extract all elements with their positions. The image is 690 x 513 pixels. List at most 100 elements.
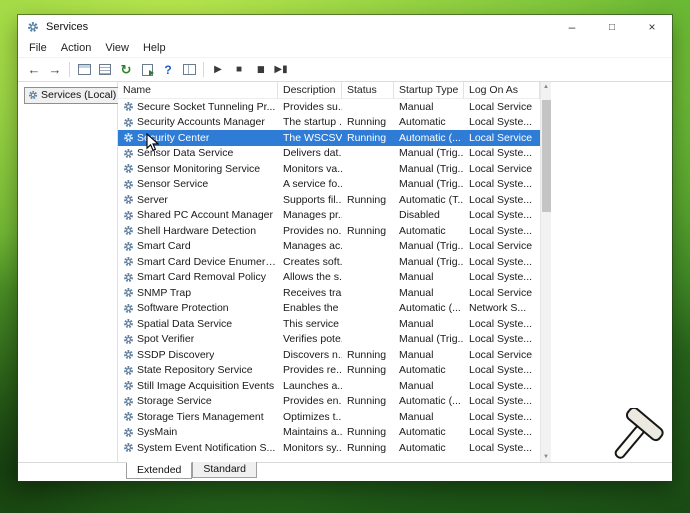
menu-bar: File Action View Help	[18, 39, 672, 58]
start-service-icon[interactable]: ▶	[208, 60, 228, 80]
forward-icon[interactable]: →	[45, 60, 65, 80]
service-gear-icon	[123, 148, 134, 159]
service-gear-icon	[123, 101, 134, 112]
cell-status	[342, 301, 394, 317]
service-row[interactable]: Still Image Acquisition Events Launches …	[118, 378, 540, 394]
service-row[interactable]: Smart Card Removal Policy Allows the s..…	[118, 270, 540, 286]
services-node-icon	[28, 90, 38, 100]
cell-name: Shared PC Account Manager	[118, 208, 278, 224]
service-row[interactable]: Storage Tiers Management Optimizes t... …	[118, 409, 540, 425]
view-icon[interactable]	[179, 60, 199, 80]
service-gear-icon	[123, 303, 134, 314]
cell-description: This service ...	[278, 316, 342, 332]
cell-log-on-as: Local Syste...	[464, 223, 540, 239]
column-header-name[interactable]: Name	[118, 82, 278, 99]
tab-extended[interactable]: Extended	[126, 462, 192, 479]
service-row[interactable]: Server Supports fil... Running Automatic…	[118, 192, 540, 208]
toolbar-separator	[69, 62, 70, 77]
service-row[interactable]: Shell Hardware Detection Provides no... …	[118, 223, 540, 239]
cell-status	[342, 177, 394, 193]
column-header-log-on-as[interactable]: Log On As	[464, 82, 540, 99]
scrollbar-thumb[interactable]	[542, 100, 551, 212]
minimize-button[interactable]: –	[552, 15, 592, 39]
toolbar-separator	[203, 62, 204, 77]
cell-startup-type: Manual	[394, 270, 464, 286]
service-gear-icon	[123, 365, 134, 376]
cell-name: Sensor Service	[118, 177, 278, 193]
service-row[interactable]: Sensor Monitoring Service Monitors va...…	[118, 161, 540, 177]
menu-help[interactable]: Help	[136, 40, 173, 56]
service-row[interactable]: Spatial Data Service This service ... Ma…	[118, 316, 540, 332]
show-console-tree-icon[interactable]	[74, 60, 94, 80]
stop-service-icon[interactable]: ■	[229, 60, 249, 80]
cell-status: Running	[342, 115, 394, 131]
cell-description: Monitors sy...	[278, 440, 342, 456]
console-content: Services (Local) NameDescriptionStatusSt…	[18, 82, 672, 462]
window-title: Services	[46, 21, 88, 33]
properties-icon[interactable]	[95, 60, 115, 80]
cell-status	[342, 316, 394, 332]
service-row[interactable]: Sensor Service A service fo... Manual (T…	[118, 177, 540, 193]
service-gear-icon	[123, 132, 134, 143]
titlebar[interactable]: Services – □ ×	[18, 15, 672, 39]
service-row[interactable]: Sensor Data Service Delivers dat... Manu…	[118, 146, 540, 162]
cell-log-on-as: Local Service	[464, 161, 540, 177]
cell-description: Provides su...	[278, 99, 342, 115]
service-row[interactable]: Security Accounts Manager The startup ..…	[118, 115, 540, 131]
service-row[interactable]: Software Protection Enables the ... Auto…	[118, 301, 540, 317]
service-gear-icon	[123, 334, 134, 345]
service-row[interactable]: System Event Notification S... Monitors …	[118, 440, 540, 456]
cell-name: Smart Card	[118, 239, 278, 255]
back-icon[interactable]: ←	[24, 60, 44, 80]
export-list-icon[interactable]	[137, 60, 157, 80]
cell-name: SSDP Discovery	[118, 347, 278, 363]
column-header-status[interactable]: Status	[342, 82, 394, 99]
restart-service-icon[interactable]: ▶▮	[271, 60, 291, 80]
service-row[interactable]: Secure Socket Tunneling Pr... Provides s…	[118, 99, 540, 115]
refresh-icon[interactable]: ↻	[116, 60, 136, 80]
menu-view[interactable]: View	[98, 40, 136, 56]
service-row[interactable]: Smart Card Manages ac... Manual (Trig...…	[118, 239, 540, 255]
cell-log-on-as: Local Syste...	[464, 409, 540, 425]
vertical-scrollbar[interactable]: ▲ ▼	[540, 82, 551, 462]
service-row[interactable]: SNMP Trap Receives tra... Manual Local S…	[118, 285, 540, 301]
service-row[interactable]: Smart Card Device Enumera... Creates sof…	[118, 254, 540, 270]
cell-description: The WSCSV...	[278, 130, 342, 146]
desktop-background: Services – □ × File Action View Help ← →…	[0, 0, 690, 513]
cell-log-on-as: Local Syste...	[464, 177, 540, 193]
column-header-description[interactable]: Description	[278, 82, 342, 99]
cell-status	[342, 254, 394, 270]
service-row[interactable]: Storage Service Provides en... Running A…	[118, 394, 540, 410]
cell-name: SNMP Trap	[118, 285, 278, 301]
cell-startup-type: Manual	[394, 285, 464, 301]
maximize-button[interactable]: □	[592, 15, 632, 39]
cell-startup-type: Manual	[394, 99, 464, 115]
cell-status: Running	[342, 130, 394, 146]
close-button[interactable]: ×	[632, 15, 672, 39]
cell-log-on-as: Local Syste...	[464, 440, 540, 456]
cell-log-on-as: Local Syste...	[464, 363, 540, 379]
service-row[interactable]: Security Center The WSCSV... Running Aut…	[118, 130, 540, 146]
tab-standard[interactable]: Standard	[192, 462, 257, 478]
scroll-up-icon[interactable]: ▲	[541, 82, 551, 92]
pause-service-icon[interactable]: ▮▮	[250, 60, 270, 80]
help-icon[interactable]: ?	[158, 60, 178, 80]
cell-status	[342, 378, 394, 394]
service-row[interactable]: Spot Verifier Verifies pote... Manual (T…	[118, 332, 540, 348]
service-row[interactable]: SysMain Maintains a... Running Automatic…	[118, 425, 540, 441]
cell-description: Manages pr...	[278, 208, 342, 224]
cell-description: Enables the ...	[278, 301, 342, 317]
sidebar-item-services-local[interactable]: Services (Local)	[24, 87, 121, 104]
service-row[interactable]: State Repository Service Provides re... …	[118, 363, 540, 379]
sidebar-item-label: Services (Local)	[41, 89, 116, 101]
service-gear-icon	[123, 272, 134, 283]
cell-name: Software Protection	[118, 301, 278, 317]
column-header-startup-type[interactable]: Startup Type	[394, 82, 464, 99]
scroll-down-icon[interactable]: ▼	[541, 452, 551, 462]
menu-file[interactable]: File	[22, 40, 54, 56]
service-row[interactable]: Shared PC Account Manager Manages pr... …	[118, 208, 540, 224]
cell-startup-type: Automatic (...	[394, 301, 464, 317]
menu-action[interactable]: Action	[54, 40, 99, 56]
service-row[interactable]: SSDP Discovery Discovers n... Running Ma…	[118, 347, 540, 363]
window-controls: – □ ×	[552, 15, 672, 39]
